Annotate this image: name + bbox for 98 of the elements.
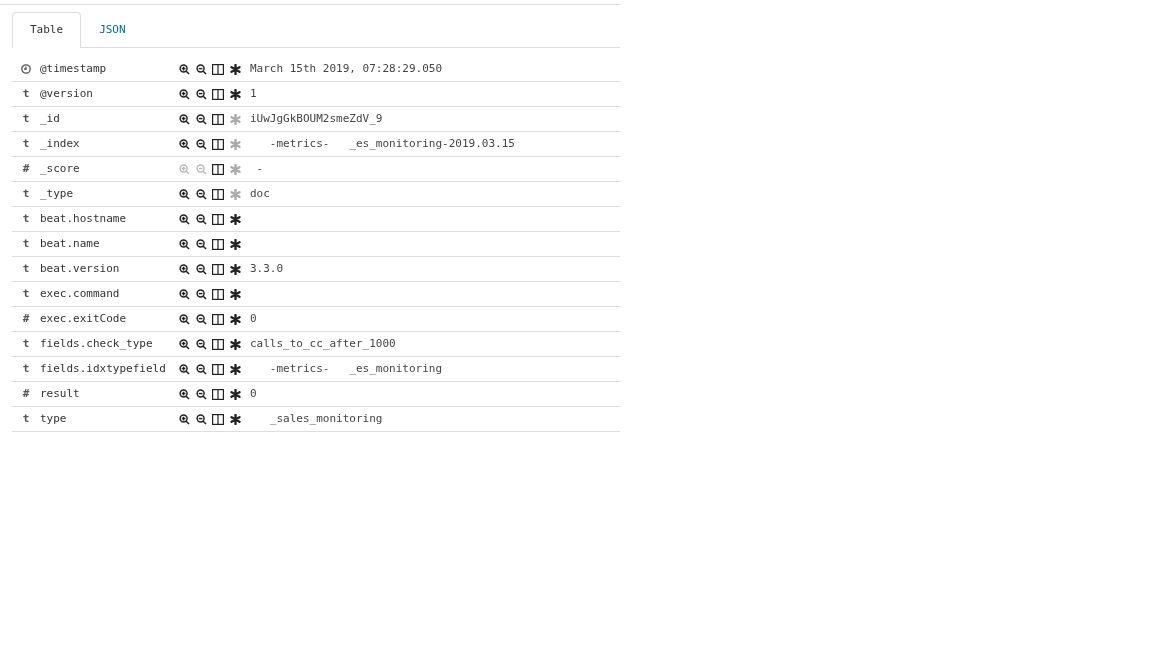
field-value: -metrics- _es_monitoring [268,360,443,377]
zoom-out-icon-button[interactable] [194,337,208,351]
field-type-label: # [22,385,30,402]
zoom-in-icon-button[interactable] [177,112,191,126]
field-type-label: t [22,260,30,277]
field-value: calls_to_cc_after_1000 [250,335,396,352]
field-value: 3.3.0 [250,260,284,277]
field-type-label: # [22,160,30,177]
columns-icon-button[interactable] [211,212,225,226]
columns-icon-button[interactable] [211,337,225,351]
zoom-in-icon-button[interactable] [177,287,191,301]
zoom-in-icon-button[interactable] [177,212,191,226]
zoom-out-icon-button[interactable] [194,387,208,401]
field-value: 0 [250,310,257,327]
zoom-in-icon-button[interactable] [177,412,191,426]
field-name: exec.exitCode [40,310,128,327]
field-name: fields.idxtypefield [40,360,167,377]
asterisk-icon-button[interactable] [228,212,242,226]
field-type-label: t [22,135,30,152]
zoom-in-icon-button[interactable] [177,87,191,101]
field-value: doc [250,185,270,202]
zoom-in-icon-button[interactable] [177,337,191,351]
asterisk-icon-button[interactable] [228,262,242,276]
clock-icon [21,64,31,74]
columns-icon-button[interactable] [211,87,225,101]
field-type-label: t [22,360,30,377]
field-value: iUwJgGkBOUM2smeZdV_9 [250,110,383,127]
field-value: 1 [250,85,257,102]
field-type-label: t [22,185,30,202]
zoom-out-icon-button[interactable] [194,187,208,201]
columns-icon-button[interactable] [211,187,225,201]
asterisk-icon-button[interactable] [228,287,242,301]
field-type-label: # [22,310,30,327]
zoom-out-icon-button[interactable] [194,137,208,151]
zoom-out-icon-button[interactable] [194,212,208,226]
asterisk-icon-button[interactable] [228,337,242,351]
field-value: _sales_monitoring [268,410,383,427]
zoom-in-icon-button[interactable] [177,137,191,151]
field-type-label: t [22,235,30,252]
columns-icon-button[interactable] [211,362,225,376]
field-value: 0 [250,385,257,402]
field-name: _index [40,135,81,152]
field-name: _score [40,160,81,177]
asterisk-icon-button[interactable] [228,312,242,326]
asterisk-icon-button[interactable] [228,412,242,426]
zoom-out-icon-button[interactable] [194,412,208,426]
field-name: exec.command [40,285,121,302]
zoom-out-icon-button[interactable] [194,312,208,326]
zoom-in-icon-button[interactable] [177,62,191,76]
zoom-in-icon-button[interactable] [177,362,191,376]
field-type-label: t [22,210,30,227]
field-name: result [40,385,81,402]
tab[interactable]: Table [12,12,82,48]
zoom-out-icon-button[interactable] [194,112,208,126]
columns-icon-button[interactable] [211,112,225,126]
columns-icon-button[interactable] [211,312,225,326]
field-name: beat.hostname [40,210,128,227]
field-name: type [40,410,68,427]
columns-icon-button[interactable] [211,162,225,176]
zoom-in-icon-button[interactable] [177,237,191,251]
columns-icon-button[interactable] [211,262,225,276]
field-name: beat.name [40,235,101,252]
zoom-in-icon-button[interactable] [177,187,191,201]
field-type-label: t [22,85,30,102]
field-type-label: t [22,335,30,352]
field-type-label: t [22,410,30,427]
tab[interactable]: JSON [81,12,144,48]
field-name: _id [40,110,61,127]
field-value: -metrics- _es_monitoring-2019.03.15 [268,135,515,152]
field-name: @timestamp [40,60,108,77]
zoom-in-icon-button[interactable] [177,312,191,326]
field-name: @version [40,85,94,102]
field-type-label: t [22,110,30,127]
columns-icon-button[interactable] [211,62,225,76]
asterisk-icon-button[interactable] [228,362,242,376]
field-name: _type [40,185,75,202]
zoom-out-icon-button[interactable] [194,62,208,76]
asterisk-icon-button[interactable] [228,87,242,101]
field-value: - [255,160,264,177]
columns-icon-button[interactable] [211,387,225,401]
zoom-in-icon-button[interactable] [177,387,191,401]
columns-icon-button[interactable] [211,237,225,251]
asterisk-icon-button[interactable] [228,237,242,251]
asterisk-icon-button[interactable] [228,62,242,76]
field-name: beat.version [40,260,121,277]
zoom-in-icon-button[interactable] [177,262,191,276]
columns-icon-button[interactable] [211,412,225,426]
zoom-out-icon-button[interactable] [194,362,208,376]
asterisk-icon-button[interactable] [228,387,242,401]
columns-icon-button[interactable] [211,287,225,301]
zoom-out-icon-button[interactable] [194,237,208,251]
zoom-out-icon-button[interactable] [194,287,208,301]
field-type-label: t [22,285,30,302]
field-name: fields.check_type [40,335,154,352]
columns-icon-button[interactable] [211,137,225,151]
zoom-out-icon-button[interactable] [194,87,208,101]
field-value: March 15th 2019, 07:28:29.050 [250,60,443,77]
zoom-out-icon-button[interactable] [194,262,208,276]
